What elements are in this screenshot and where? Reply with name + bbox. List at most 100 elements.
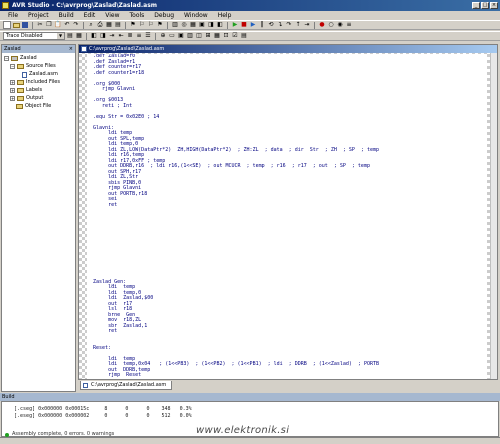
tree-item-source-files[interactable]: − Source Files — [10, 63, 56, 70]
verify-icon[interactable]: ☑ — [231, 32, 239, 40]
build-run-icon[interactable]: ▤ — [114, 21, 122, 29]
next-bookmark-icon[interactable]: ⚐ — [138, 21, 146, 29]
document-icon — [83, 383, 88, 388]
step-into-icon[interactable]: ↴ — [276, 21, 284, 29]
tree-item-label: Included Files — [26, 79, 60, 85]
trace-combo-value: Trace Disabled — [6, 33, 43, 39]
comment-icon[interactable]: ◧ — [90, 32, 98, 40]
uncomment-icon[interactable]: ◨ — [99, 32, 107, 40]
processor-icon[interactable]: ◧ — [216, 21, 224, 29]
redo-icon[interactable]: ↷ — [72, 21, 80, 29]
menu-window[interactable]: Window — [179, 12, 213, 19]
prev-bookmark-icon[interactable]: ⚐ — [147, 21, 155, 29]
print-icon[interactable]: ⎙ — [96, 21, 104, 29]
start-debugging-icon[interactable]: ▶ — [231, 21, 239, 29]
cut-icon[interactable]: ✂ — [36, 21, 44, 29]
menu-edit[interactable]: Edit — [79, 12, 101, 19]
break-icon[interactable]: ‖ — [258, 21, 266, 29]
toolbar-separator — [155, 32, 156, 40]
menu-view[interactable]: View — [100, 12, 124, 19]
layout-icon[interactable]: ◫ — [195, 32, 203, 40]
tree-item-label: Object File — [25, 103, 52, 109]
align-icon[interactable]: ≡ — [135, 32, 143, 40]
clear-bookmarks-icon[interactable]: ⚑ — [156, 21, 164, 29]
new-file-icon[interactable] — [3, 21, 11, 29]
bookmark-list-icon[interactable]: ☰ — [144, 32, 152, 40]
trace-icon[interactable]: ≡ — [345, 21, 353, 29]
watch-icon[interactable]: ◎ — [180, 21, 188, 29]
trace-settings-icon[interactable]: ▤ — [66, 32, 74, 40]
run-to-cursor-icon[interactable]: ⇥ — [303, 21, 311, 29]
success-icon — [5, 432, 9, 437]
remove-breakpoints-icon[interactable]: ○ — [327, 21, 335, 29]
output-panel-title: Build — [2, 394, 15, 400]
expand-icon[interactable]: + — [10, 96, 15, 101]
undo-icon[interactable]: ↶ — [63, 21, 71, 29]
menu-project[interactable]: Project — [23, 12, 54, 19]
trace-combo[interactable]: Trace Disabled ▼ — [3, 32, 65, 40]
step-out-icon[interactable]: ↑ — [294, 21, 302, 29]
watermark: www.elektronik.si — [196, 425, 290, 436]
folder-icon — [17, 96, 24, 101]
save-icon[interactable] — [21, 21, 29, 29]
folder-icon — [17, 88, 24, 93]
copy-icon[interactable]: ❐ — [45, 21, 53, 29]
quick-watch-icon[interactable]: ◉ — [336, 21, 344, 29]
io-view-icon[interactable]: ◨ — [207, 21, 215, 29]
tree-item-root[interactable]: − Zaslad — [4, 55, 37, 62]
output-row: [.cseg] 0x000000 0x00015c 8 0 0 348 0.3% — [8, 406, 192, 412]
menu-tools[interactable]: Tools — [125, 12, 150, 19]
window-layout-icon[interactable]: ▣ — [177, 32, 185, 40]
trace-view-icon[interactable]: ▦ — [75, 32, 83, 40]
collapse-icon[interactable]: − — [10, 64, 15, 69]
menu-help[interactable]: Help — [213, 12, 237, 19]
menu-debug[interactable]: Debug — [149, 12, 179, 19]
tree-item-object-file[interactable]: Object File — [16, 103, 51, 110]
folder-icon — [16, 104, 23, 109]
memory-icon[interactable]: ▦ — [189, 21, 197, 29]
tree-item-included-files[interactable]: + Included Files — [10, 79, 60, 86]
stop-debugging-icon[interactable]: ■ — [240, 21, 248, 29]
step-over-icon[interactable]: ↷ — [285, 21, 293, 29]
fuse-icon[interactable]: ⊞ — [204, 32, 212, 40]
find-icon[interactable]: ⌕ — [87, 21, 95, 29]
zoom-icon[interactable]: ⊕ — [159, 32, 167, 40]
menu-build[interactable]: Build — [54, 12, 79, 19]
lock-icon[interactable]: ⊡ — [222, 32, 230, 40]
registers-icon[interactable]: ▣ — [198, 21, 206, 29]
reset-icon[interactable]: ⟲ — [267, 21, 275, 29]
maximize-button[interactable]: □ — [481, 2, 489, 9]
program-icon[interactable]: ▦ — [213, 32, 221, 40]
outdent-icon[interactable]: ⇤ — [117, 32, 125, 40]
indent-icon[interactable]: ⇥ — [108, 32, 116, 40]
ruler-icon[interactable]: ▭ — [168, 32, 176, 40]
expand-icon[interactable]: + — [10, 88, 15, 93]
close-icon[interactable]: × — [69, 45, 73, 53]
tree-item-output[interactable]: + Output — [10, 95, 43, 102]
window-title: AVR Studio - C:\avrprog\Zaslad\Zaslad.as… — [12, 2, 158, 9]
close-button[interactable]: × — [490, 2, 498, 9]
code-editor[interactable]: .def Zaslad=r0 .def Zaslad=r1 .def count… — [87, 54, 487, 379]
bookmark-icon[interactable]: ⚑ — [129, 21, 137, 29]
menu-file[interactable]: File — [3, 12, 23, 19]
breakpoint-icon[interactable]: ● — [318, 21, 326, 29]
run-icon[interactable]: ▶ — [249, 21, 257, 29]
collapse-icon[interactable]: − — [4, 56, 9, 61]
editor-tab[interactable]: C:\avrprog\Zaslad\Zaslad.asm — [80, 381, 172, 390]
paste-icon[interactable]: 📋 — [54, 21, 62, 29]
emulator-icon[interactable]: ▤ — [240, 32, 248, 40]
expand-icon[interactable]: + — [10, 80, 15, 85]
format-icon[interactable]: ≣ — [126, 32, 134, 40]
tree-item-labels[interactable]: + Labels — [10, 87, 42, 94]
toolbar-separator — [125, 21, 126, 29]
open-folder-icon[interactable] — [12, 21, 20, 29]
tree-item-zaslad-asm[interactable]: Zaslad.asm — [22, 71, 58, 78]
toolbar-separator — [314, 21, 315, 29]
vertical-scrollbar[interactable] — [490, 53, 497, 379]
chevron-down-icon: ▼ — [57, 33, 64, 39]
build-icon[interactable]: ▦ — [105, 21, 113, 29]
minimize-button[interactable]: _ — [472, 2, 480, 9]
disassembler-icon[interactable]: ▥ — [171, 21, 179, 29]
project-panel-header: Zaslad × — [2, 45, 75, 53]
chip-icon[interactable]: ▥ — [186, 32, 194, 40]
